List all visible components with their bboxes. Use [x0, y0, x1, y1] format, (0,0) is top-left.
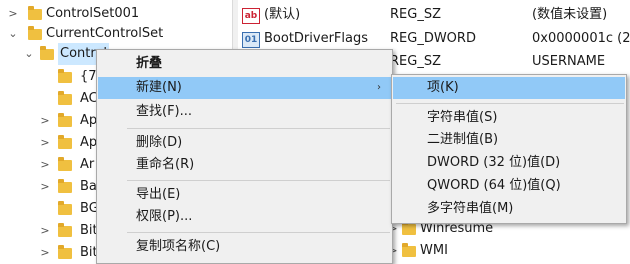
menu-item-label: 项(K)	[427, 80, 459, 95]
submenu-item-binary-value[interactable]: 二进制值(B)	[393, 129, 625, 151]
folder-icon	[58, 91, 72, 105]
menu-item-permissions[interactable]: 权限(P)...	[98, 206, 391, 228]
folder-icon	[58, 69, 72, 83]
string-value-icon: ab	[242, 8, 260, 24]
menu-item-label: 多字符串值(M)	[427, 201, 514, 216]
value-data: USERNAME	[532, 54, 606, 69]
menu-separator	[396, 103, 624, 104]
menu-item-collapse[interactable]: 折叠	[98, 53, 391, 75]
menu-item-label: 复制项名称(C)	[136, 239, 221, 254]
menu-item-label: DWORD (32 位)值(D)	[427, 155, 561, 170]
menu-item-label: QWORD (64 位)值(Q)	[427, 178, 561, 193]
folder-icon	[58, 201, 72, 215]
chevron-right-icon[interactable]: >	[38, 176, 52, 198]
tree-item-label: ControlSet001	[46, 6, 140, 21]
chevron-right-icon[interactable]: >	[6, 3, 20, 25]
menu-item-label: 折叠	[136, 56, 163, 71]
folder-icon	[58, 135, 72, 149]
value-name: BootDriverFlags	[264, 31, 369, 46]
folder-icon	[28, 26, 42, 40]
value-type: REG_SZ	[390, 54, 441, 69]
chevron-right-icon[interactable]: >	[38, 154, 52, 176]
submenu-item-dword-value[interactable]: DWORD (32 位)值(D)	[393, 152, 625, 174]
menu-item-label: 导出(E)	[136, 187, 181, 202]
tree-item-label: Ar	[80, 157, 95, 172]
submenu-item-qword-value[interactable]: QWORD (64 位)值(Q)	[393, 175, 625, 197]
menu-item-label: 删除(D)	[136, 135, 183, 150]
submenu-arrow-icon: ›	[377, 82, 381, 93]
folder-icon	[58, 223, 72, 237]
folder-icon	[28, 6, 42, 20]
menu-item-find[interactable]: 查找(F)...	[98, 101, 391, 123]
menu-item-delete[interactable]: 删除(D)	[98, 132, 391, 154]
value-data: 0x0000001c (2	[532, 31, 630, 46]
new-submenu: 项(K) 字符串值(S) 二进制值(B) DWORD (32 位)值(D) QW…	[391, 74, 627, 224]
folder-icon	[402, 221, 416, 235]
folder-icon	[402, 243, 416, 257]
folder-icon	[58, 245, 72, 259]
chevron-right-icon[interactable]: >	[38, 220, 52, 242]
menu-item-label: 查找(F)...	[136, 104, 193, 119]
tree-item-label: CurrentControlSet	[46, 26, 164, 41]
menu-separator	[127, 180, 390, 181]
chevron-right-icon[interactable]: >	[38, 110, 52, 132]
chevron-down-icon[interactable]: ⌄	[6, 23, 20, 45]
value-name: (默认)	[264, 7, 301, 22]
value-data: (数值未设置)	[532, 7, 608, 22]
menu-item-rename[interactable]: 重命名(R)	[98, 154, 391, 176]
chevron-right-icon[interactable]: >	[38, 132, 52, 154]
chevron-down-icon[interactable]: ⌄	[22, 43, 36, 65]
menu-separator	[127, 128, 390, 129]
folder-icon	[58, 179, 72, 193]
value-type: REG_SZ	[390, 7, 441, 22]
menu-item-label: 字符串值(S)	[427, 110, 498, 125]
menu-item-label: 二进制值(B)	[427, 132, 499, 147]
menu-item-copy-key-name[interactable]: 复制项名称(C)	[98, 236, 391, 258]
submenu-item-string-value[interactable]: 字符串值(S)	[393, 107, 625, 129]
menu-item-new[interactable]: 新建(N) ›	[98, 77, 391, 99]
value-type: REG_DWORD	[390, 31, 476, 46]
tree-item-label: Ba	[80, 179, 97, 194]
folder-icon	[58, 113, 72, 127]
tree-item-label: Ap	[80, 135, 98, 150]
chevron-right-icon[interactable]: >	[38, 242, 52, 264]
submenu-item-key[interactable]: 项(K)	[393, 77, 625, 99]
folder-icon	[58, 157, 72, 171]
menu-item-export[interactable]: 导出(E)	[98, 184, 391, 206]
value-row[interactable]: 01 BootDriverFlags REG_DWORD 0x0000001c …	[242, 28, 630, 50]
menu-separator	[127, 232, 390, 233]
value-row[interactable]: ab (默认) REG_SZ (数值未设置)	[242, 4, 630, 26]
binary-value-icon: 01	[242, 32, 260, 48]
tree-item-label: WMI	[420, 243, 448, 258]
menu-item-label: 权限(P)...	[136, 209, 193, 224]
folder-icon	[40, 46, 54, 60]
menu-item-label: 重命名(R)	[136, 157, 195, 172]
submenu-item-multi-string-value[interactable]: 多字符串值(M)	[393, 198, 625, 220]
menu-item-label: 新建(N)	[136, 80, 182, 95]
tree-item-label: Bit	[80, 223, 98, 238]
tree-item-label: Ap	[80, 113, 98, 128]
tree-item-label: Bit	[80, 245, 98, 260]
context-menu: 折叠 新建(N) › 查找(F)... 删除(D) 重命名(R) 导出(E) 权…	[96, 49, 393, 264]
